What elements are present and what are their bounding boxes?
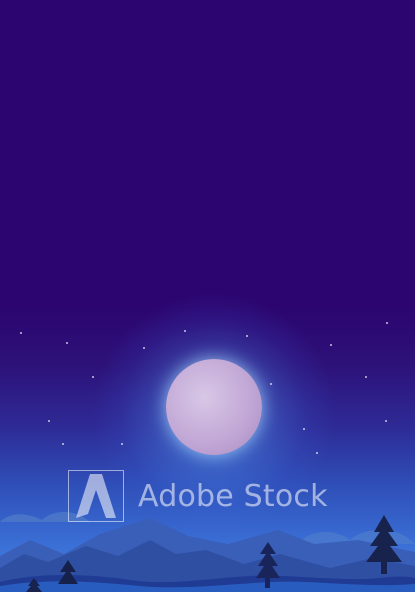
star <box>20 332 22 334</box>
night-landscape-illustration: Adobe Stock <box>0 0 415 592</box>
star <box>385 420 387 422</box>
star <box>330 344 332 346</box>
star <box>121 443 123 445</box>
star <box>386 322 388 324</box>
star <box>48 420 50 422</box>
star <box>316 452 318 454</box>
star <box>66 342 68 344</box>
star <box>270 383 272 385</box>
star <box>365 376 367 378</box>
star <box>92 376 94 378</box>
star <box>303 428 305 430</box>
watermark-text: Adobe Stock <box>138 478 328 514</box>
star <box>62 443 64 445</box>
adobe-logo-icon <box>68 470 124 522</box>
full-moon <box>166 359 262 455</box>
star <box>246 335 248 337</box>
star <box>143 347 145 349</box>
star <box>184 330 186 332</box>
stock-watermark: Adobe Stock <box>68 470 328 522</box>
